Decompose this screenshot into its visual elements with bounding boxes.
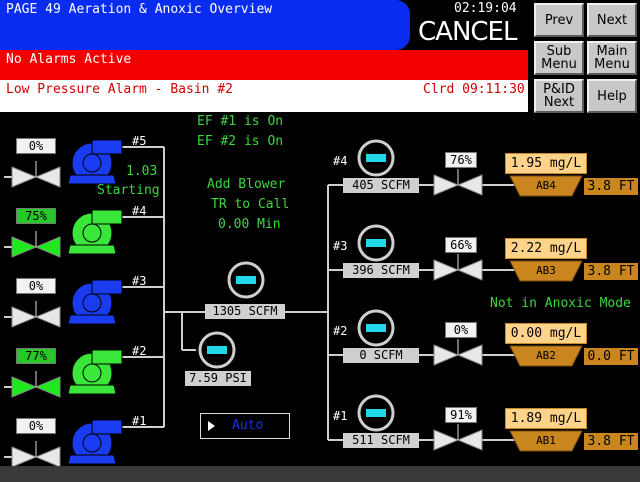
basin2-number: #2 bbox=[333, 324, 348, 338]
blower3-valve-position: 0% bbox=[16, 278, 56, 294]
basin2-flow-value: 0 SCFM bbox=[343, 348, 419, 363]
basin2-valve-icon bbox=[433, 339, 483, 366]
ef2-status: EF #2 is On bbox=[197, 134, 284, 149]
basin3-valve-position: 66% bbox=[445, 237, 477, 253]
basin1-valve-position: 91% bbox=[445, 407, 477, 423]
basin4-name: AB4 bbox=[536, 179, 556, 192]
tr-to-call-label: TR to Call bbox=[211, 197, 290, 212]
basin1-name: AB1 bbox=[536, 434, 556, 447]
blower3-number: #3 bbox=[132, 274, 147, 288]
blower1-valve-position: 0% bbox=[16, 418, 56, 434]
basin4-level: 3.8 FT bbox=[584, 178, 638, 195]
basin1-level: 3.8 FT bbox=[584, 433, 638, 450]
auto-mode-label: Auto bbox=[232, 418, 264, 433]
basin1-flow-gauge-icon bbox=[357, 394, 395, 432]
basin4-do-value: 1.95 mg/L bbox=[505, 153, 587, 174]
basin1-do-value: 1.89 mg/L bbox=[505, 408, 587, 429]
blower3-valve-icon bbox=[11, 301, 61, 328]
blower1-valve-icon bbox=[11, 441, 61, 468]
basin1-valve-icon bbox=[433, 424, 483, 451]
basin4-flow-gauge-icon bbox=[357, 139, 395, 177]
basin3-level: 3.8 FT bbox=[584, 263, 638, 280]
blower2-icon bbox=[67, 349, 123, 395]
pressure-gauge-icon bbox=[198, 331, 236, 369]
basin2-flow-gauge-icon bbox=[357, 309, 395, 347]
blower2-valve-position: 77% bbox=[16, 348, 56, 364]
blower5-valve-position: 0% bbox=[16, 138, 56, 154]
basin4-flow-value: 405 SCFM bbox=[343, 178, 419, 193]
basin3-flow-gauge-icon bbox=[357, 224, 395, 262]
basin3-valve-icon bbox=[433, 254, 483, 281]
blower4-icon bbox=[67, 209, 123, 255]
play-icon bbox=[208, 421, 215, 431]
blower2-number: #2 bbox=[132, 344, 147, 358]
basin2-level: 0.0 FT bbox=[584, 348, 638, 365]
blower1-number: #1 bbox=[132, 414, 147, 428]
basin3-flow-value: 396 SCFM bbox=[343, 263, 419, 278]
blower5-valve-icon bbox=[11, 161, 61, 188]
header-flow-value: 1305 SCFM bbox=[205, 304, 285, 319]
basin2-valve-position: 0% bbox=[445, 322, 477, 338]
add-blower-label: Add Blower bbox=[207, 177, 286, 192]
blower1-icon bbox=[67, 419, 123, 465]
blower5-icon bbox=[67, 139, 123, 185]
basin3-do-value: 2.22 mg/L bbox=[505, 238, 587, 259]
blower5-status: Starting bbox=[97, 183, 160, 198]
basin4-valve-icon bbox=[433, 169, 483, 196]
basin1-flow-value: 511 SCFM bbox=[343, 433, 419, 448]
header-pressure-value: 7.59 PSI bbox=[185, 371, 251, 386]
basin2-name: AB2 bbox=[536, 349, 556, 362]
blower4-valve-position: 75% bbox=[16, 208, 56, 224]
auto-mode-button[interactable]: Auto bbox=[200, 413, 290, 439]
blower5-number: #5 bbox=[132, 134, 147, 148]
blower3-icon bbox=[67, 279, 123, 325]
basin4-valve-position: 76% bbox=[445, 152, 477, 168]
basin3-number: #3 bbox=[333, 239, 348, 253]
basin4-number: #4 bbox=[333, 154, 348, 168]
header-flow-gauge-icon bbox=[227, 261, 265, 299]
anoxic-mode-status: Not in Anoxic Mode bbox=[490, 296, 631, 311]
bottom-bar bbox=[0, 466, 640, 482]
basin2-do-value: 0.00 mg/L bbox=[505, 323, 587, 344]
blower2-valve-icon bbox=[11, 371, 61, 398]
blower4-valve-icon bbox=[11, 231, 61, 258]
ef1-status: EF #1 is On bbox=[197, 114, 284, 129]
tr-minutes: 0.00 Min bbox=[218, 217, 281, 232]
basin3-name: AB3 bbox=[536, 264, 556, 277]
basin1-number: #1 bbox=[333, 409, 348, 423]
blower5-speed: 1.03 bbox=[126, 164, 158, 179]
blower4-number: #4 bbox=[132, 204, 147, 218]
